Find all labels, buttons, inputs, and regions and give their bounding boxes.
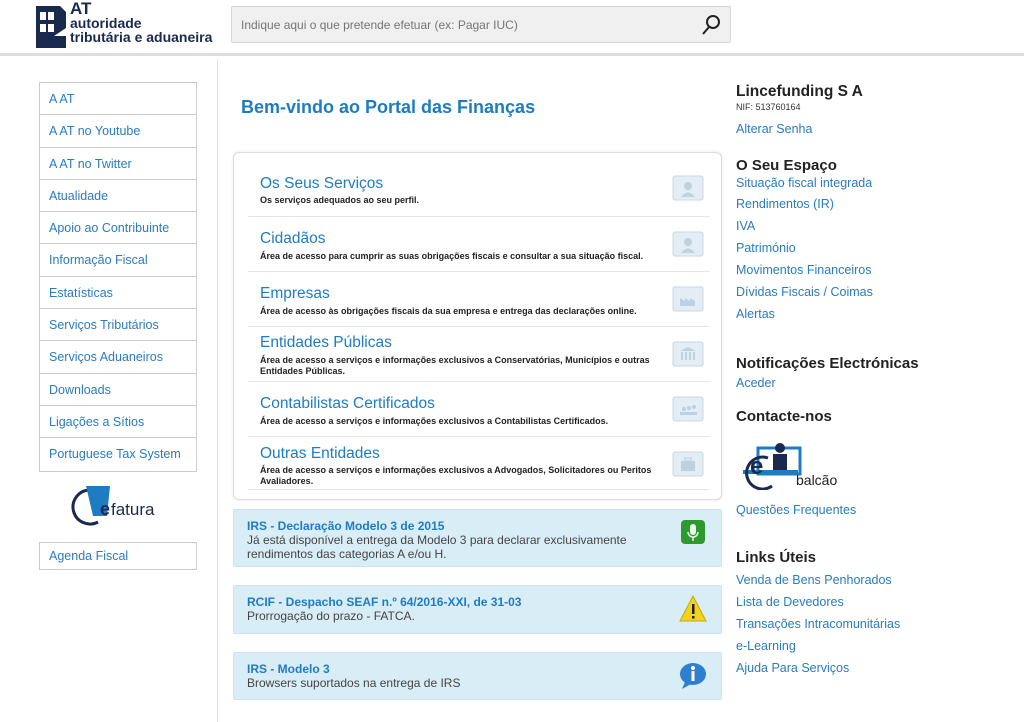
user-name: Lincefunding S A <box>736 83 863 100</box>
alert-desc: Browsers suportados na entrega de IRS <box>247 676 461 690</box>
person-folder-icon <box>672 231 704 257</box>
svg-text:fatura: fatura <box>111 500 155 519</box>
links-heading: Links Úteis <box>736 549 817 566</box>
user-nif: NIF: 513760164 <box>736 102 801 112</box>
link-situacao-fiscal[interactable]: Situação fiscal integrada <box>736 176 872 190</box>
service-empresas[interactable]: Empresas Área de acesso às obrigações fis… <box>248 272 710 327</box>
sidebar-item-a-at[interactable]: A AT <box>40 83 196 116</box>
service-contabilistas[interactable]: Contabilistas Certificados Área de acesso… <box>248 382 710 437</box>
service-desc: Área de acesso a serviços e informações … <box>260 416 609 426</box>
sidebar-item-apoio[interactable]: Apoio ao Contribuinte <box>40 212 196 245</box>
service-title[interactable]: Cidadãos <box>260 230 326 248</box>
briefcase-folder-icon <box>672 451 704 477</box>
services-card: Os Seus Serviços Os serviços adequados ao… <box>233 152 722 500</box>
service-title[interactable]: Contabilistas Certificados <box>260 395 435 413</box>
alert-desc: Já está disponível a entrega da Modelo 3… <box>247 533 627 561</box>
sidebar-item-atualidade[interactable]: Atualidade <box>40 180 196 213</box>
svg-text:e: e <box>100 499 110 519</box>
service-title[interactable]: Os Seus Serviços <box>260 175 383 193</box>
at-shield-icon <box>36 6 66 48</box>
service-desc: Área de acesso a serviços e informações … <box>260 355 650 376</box>
notifications-heading: Notificações Electrónicas <box>736 355 919 372</box>
link-ajuda[interactable]: Ajuda Para Serviços <box>736 661 849 675</box>
service-desc: Área de acesso a serviços e informações … <box>260 465 652 486</box>
link-movimentos[interactable]: Movimentos Financeiros <box>736 263 871 277</box>
link-transacoes[interactable]: Transações Intracomunitárias <box>736 617 900 631</box>
warning-icon <box>679 595 707 622</box>
link-elearning[interactable]: e-Learning <box>736 639 796 653</box>
service-title[interactable]: Empresas <box>260 285 330 303</box>
alert-title[interactable]: IRS - Modelo 3 <box>247 662 330 676</box>
efatura-logo[interactable]: e fatura <box>70 484 170 528</box>
sidebar-item-servicos-aduaneiros[interactable]: Serviços Aduaneiros <box>40 341 196 374</box>
link-patrimonio[interactable]: Património <box>736 241 796 255</box>
at-logo[interactable]: AT autoridade tributária e aduaneira <box>34 0 224 50</box>
svg-text:e: e <box>750 453 763 480</box>
space-heading: O Seu Espaço <box>736 157 837 174</box>
ebalcao-logo[interactable]: e balcão <box>740 440 850 491</box>
logo-line3: tributária e aduaneira <box>70 29 213 45</box>
sidebar-nav: A AT A AT no Youtube A AT no Twitter Atu… <box>39 82 197 472</box>
link-alertas[interactable]: Alertas <box>736 307 775 321</box>
notifications-link[interactable]: Aceder <box>736 376 776 390</box>
contact-heading: Contacte-nos <box>736 408 832 425</box>
link-iva[interactable]: IVA <box>736 219 755 233</box>
service-os-seus-servicos[interactable]: Os Seus Serviços Os serviços adequados ao… <box>248 153 710 217</box>
alert-desc: Prorrogação do prazo - FATCA. <box>247 609 415 623</box>
page-title: Bem-vindo ao Portal das Finanças <box>241 97 536 117</box>
person-folder-icon <box>672 175 704 201</box>
sidebar-item-youtube[interactable]: A AT no Youtube <box>40 115 196 148</box>
alert-irs-modelo3-2015[interactable]: IRS - Declaração Modelo 3 de 2015 Já est… <box>233 509 722 567</box>
ebalcao-text: balcão <box>796 472 838 488</box>
link-venda-bens[interactable]: Venda de Bens Penhorados <box>736 573 892 587</box>
service-title[interactable]: Outras Entidades <box>260 445 380 463</box>
service-desc: Área de acesso às obrigações fiscais da … <box>260 306 637 316</box>
service-desc: Os serviços adequados ao seu perfil. <box>260 195 420 205</box>
service-entidades-publicas[interactable]: Entidades Públicas Área de acesso a servi… <box>248 327 710 382</box>
factory-folder-icon <box>672 286 704 312</box>
logo-at: AT <box>70 0 92 18</box>
sidebar-item-tax-system[interactable]: Portuguese Tax System <box>40 438 196 470</box>
building-folder-icon <box>672 341 704 367</box>
agenda-fiscal-link[interactable]: Agenda Fiscal <box>39 542 197 570</box>
link-lista-devedores[interactable]: Lista de Devedores <box>736 595 844 609</box>
service-desc: Área de acesso para cumprir as suas obri… <box>260 251 644 261</box>
alert-rcif-despacho[interactable]: RCIF - Despacho SEAF n.º 64/2016-XXI, de… <box>233 585 722 634</box>
change-password-link[interactable]: Alterar Senha <box>736 122 812 136</box>
link-dividas[interactable]: Dívidas Fiscais / Coimas <box>736 285 873 299</box>
sidebar-item-estatisticas[interactable]: Estatísticas <box>40 277 196 310</box>
group-folder-icon <box>672 396 704 422</box>
search-icon[interactable] <box>700 14 722 36</box>
search-bar <box>231 6 731 43</box>
divider <box>217 59 218 722</box>
service-outras-entidades[interactable]: Outras Entidades Área de acesso a serviço… <box>248 437 710 490</box>
sidebar-item-servicos-tributarios[interactable]: Serviços Tributários <box>40 309 196 342</box>
alert-irs-modelo3-browsers[interactable]: IRS - Modelo 3 Browsers suportados na en… <box>233 652 722 700</box>
service-cidadaos[interactable]: Cidadãos Área de acesso para cumprir as s… <box>248 217 710 272</box>
sidebar-item-downloads[interactable]: Downloads <box>40 374 196 406</box>
info-icon <box>680 663 706 689</box>
sidebar-item-informacao[interactable]: Informação Fiscal <box>40 244 196 277</box>
faq-link[interactable]: Questões Frequentes <box>736 503 856 517</box>
link-rendimentos[interactable]: Rendimentos (IR) <box>736 197 834 211</box>
sidebar-item-twitter[interactable]: A AT no Twitter <box>40 148 196 180</box>
alert-title[interactable]: RCIF - Despacho SEAF n.º 64/2016-XXI, de… <box>247 595 521 609</box>
microphone-icon <box>681 520 705 544</box>
header: AT autoridade tributária e aduaneira <box>0 0 1024 56</box>
sidebar-item-ligacoes[interactable]: Ligações a Sítios <box>40 406 196 439</box>
search-input[interactable] <box>232 7 682 42</box>
service-title[interactable]: Entidades Públicas <box>260 334 392 352</box>
alert-title[interactable]: IRS - Declaração Modelo 3 de 2015 <box>247 519 444 533</box>
logo-line2: autoridade <box>70 15 142 31</box>
